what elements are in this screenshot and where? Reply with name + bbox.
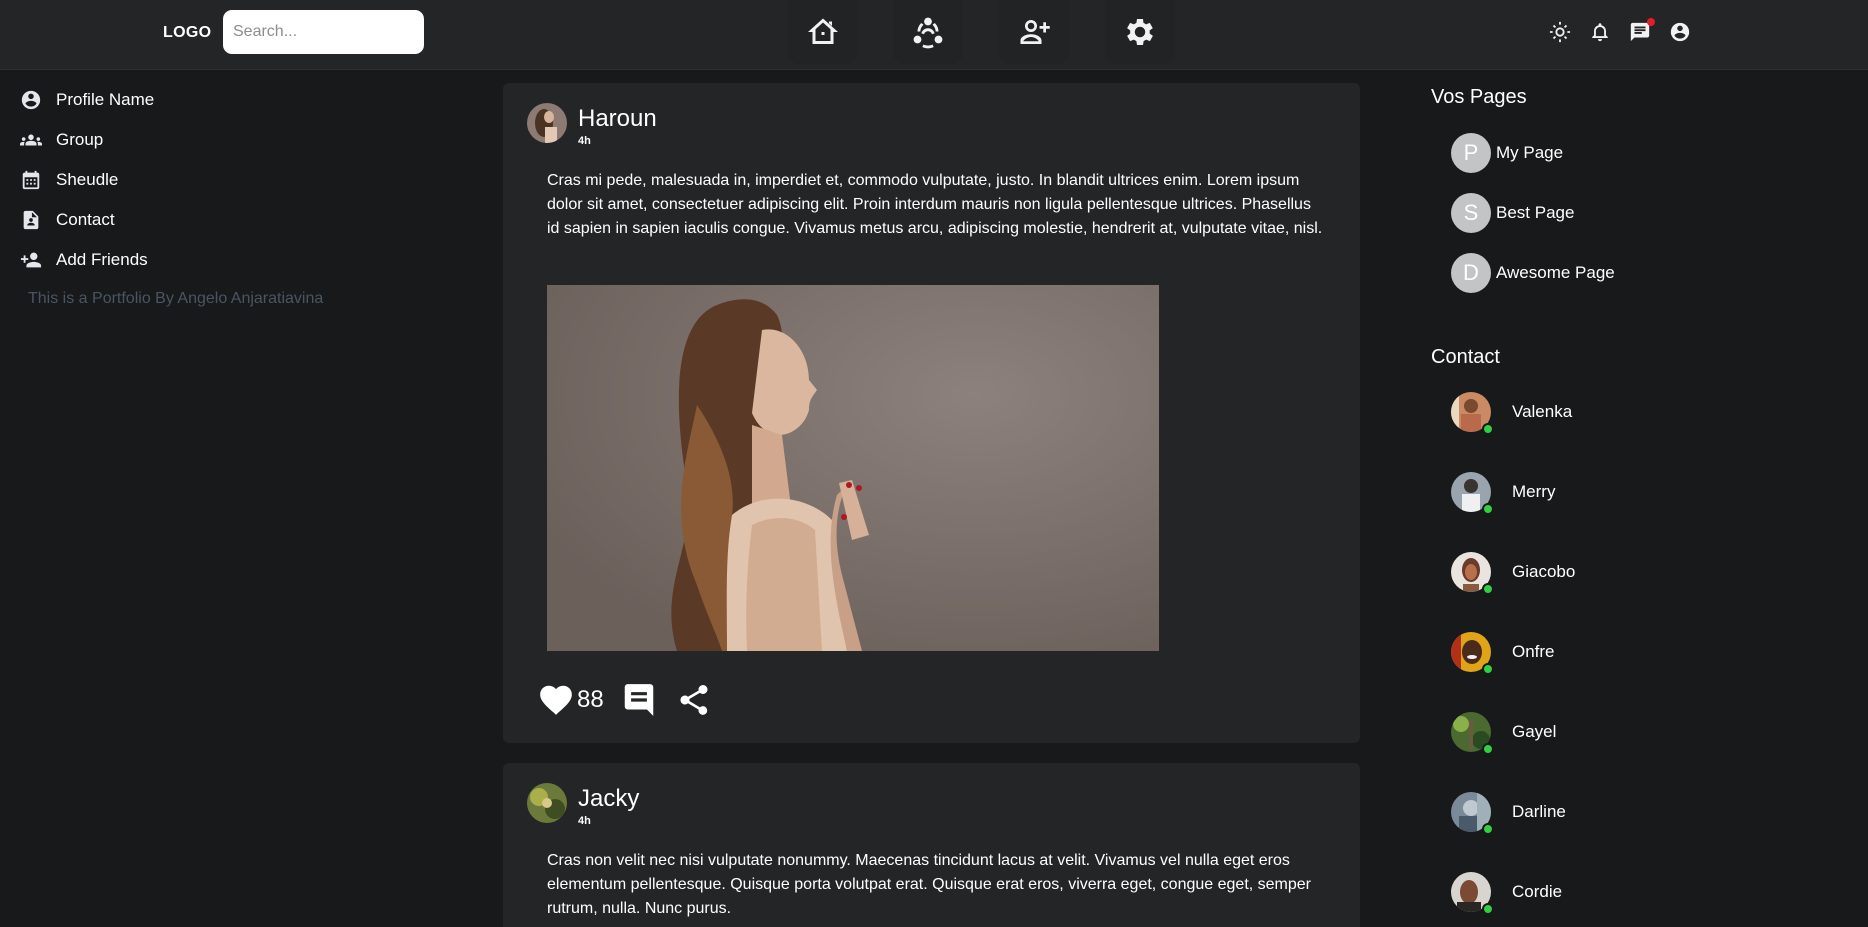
- share-icon: [680, 685, 708, 715]
- post-actions: 88: [537, 680, 712, 720]
- contact-item[interactable]: Cordie: [1451, 872, 1563, 915]
- page-item[interactable]: D Awesome Page: [1451, 253, 1615, 293]
- avatar: [1451, 632, 1494, 675]
- nav-home-button[interactable]: [788, 0, 858, 64]
- online-status-dot: [1482, 743, 1494, 755]
- post-card: Haroun 4h Cras mi pede, malesuada in, im…: [503, 83, 1360, 743]
- contact-item[interactable]: Onfre: [1451, 632, 1555, 675]
- community-icon: [913, 17, 943, 49]
- contact-name: Merry: [1512, 482, 1556, 501]
- post-image[interactable]: [547, 285, 1159, 651]
- heart-icon: [540, 685, 572, 715]
- contact-name: Valenka: [1512, 402, 1573, 421]
- online-status-dot: [1482, 503, 1494, 515]
- top-bar: LOGO: [0, 0, 1868, 70]
- contact-item[interactable]: Merry: [1451, 472, 1556, 515]
- online-status-dot: [1482, 423, 1494, 435]
- page-label: Best Page: [1496, 203, 1575, 222]
- avatar[interactable]: [527, 103, 567, 143]
- contact-item[interactable]: Giacobo: [1451, 552, 1576, 595]
- portfolio-credit: This is a Portfolio By Angelo Anjaratiav…: [28, 290, 324, 307]
- contact-name: Cordie: [1512, 882, 1563, 901]
- share-button[interactable]: [676, 682, 712, 718]
- account-circle-icon: [21, 90, 41, 110]
- add-friend-icon: [1020, 20, 1050, 44]
- sidebar-item-label: Add Friends: [56, 250, 148, 269]
- post-author[interactable]: Haroun: [578, 105, 657, 133]
- sidebar-item-label: Contact: [56, 210, 115, 229]
- avatar: [1451, 552, 1494, 595]
- avatar: [1451, 472, 1494, 515]
- online-status-dot: [1482, 903, 1494, 915]
- contact-name: Darline: [1512, 802, 1566, 821]
- post-time: 4h: [578, 815, 591, 827]
- messages-button[interactable]: [1628, 18, 1655, 44]
- page-avatar: S: [1451, 193, 1491, 233]
- contact-name: Giacobo: [1512, 562, 1576, 581]
- account-icon: [1670, 22, 1690, 42]
- contact-card-icon: [23, 210, 39, 230]
- page-label: My Page: [1496, 143, 1564, 162]
- theme-toggle-button[interactable]: [1548, 20, 1572, 44]
- online-status-dot: [1482, 823, 1494, 835]
- notifications-button[interactable]: [1588, 20, 1612, 44]
- page-item[interactable]: P My Page: [1451, 133, 1563, 173]
- post-author[interactable]: Jacky: [578, 785, 639, 813]
- sidebar-item-contact[interactable]: Contact: [20, 208, 115, 232]
- page-label: Awesome Page: [1496, 263, 1615, 282]
- sidebar-item-group[interactable]: Group: [20, 128, 103, 152]
- nav-community-button[interactable]: [893, 0, 963, 64]
- theme-sun-icon: [1549, 21, 1571, 43]
- comment-icon: [624, 684, 653, 716]
- home-icon: [808, 18, 838, 44]
- notification-dot: [1647, 18, 1655, 26]
- post-text: Cras mi pede, malesuada in, imperdiet et…: [547, 172, 1323, 237]
- comment-button[interactable]: [620, 681, 658, 719]
- sidebar-item-label: Sheudle: [56, 170, 119, 189]
- contact-item[interactable]: Valenka: [1451, 392, 1573, 435]
- avatar[interactable]: [527, 783, 567, 823]
- avatar: [1451, 712, 1494, 755]
- post-card: Jacky 4h Cras non velit nec nisi vulputa…: [503, 763, 1360, 927]
- settings-icon: [1127, 18, 1153, 46]
- avatar: [1451, 392, 1494, 435]
- page-avatar: D: [1451, 253, 1491, 293]
- online-status-dot: [1482, 663, 1494, 675]
- logo[interactable]: LOGO: [163, 24, 211, 42]
- contact-name: Gayel: [1512, 722, 1557, 741]
- post-text: Cras non velit nec nisi vulputate nonumm…: [547, 852, 1311, 917]
- contact-item[interactable]: Darline: [1451, 792, 1566, 835]
- sidebar-item-profile[interactable]: Profile Name: [20, 88, 154, 112]
- sidebar-item-label: Profile Name: [56, 90, 155, 109]
- sidebar-item-label: Group: [56, 130, 104, 149]
- like-button[interactable]: 88: [537, 681, 620, 719]
- post-time: 4h: [578, 135, 591, 147]
- avatar: [1451, 872, 1494, 915]
- avatar: [1451, 792, 1494, 835]
- contact-item[interactable]: Gayel: [1451, 712, 1557, 755]
- bell-icon: [1592, 23, 1608, 42]
- calendar-icon: [22, 170, 40, 190]
- nav-settings-button[interactable]: [1105, 0, 1175, 64]
- search-input[interactable]: [223, 10, 424, 54]
- pages-title: Vos Pages: [1431, 86, 1527, 108]
- person-add-icon: [20, 252, 42, 268]
- page-avatar: P: [1451, 133, 1491, 173]
- online-status-dot: [1482, 583, 1494, 595]
- contact-title: Contact: [1431, 346, 1500, 368]
- sidebar-item-schedule[interactable]: Sheudle: [20, 168, 118, 192]
- group-icon: [20, 134, 42, 146]
- account-button[interactable]: [1668, 20, 1692, 44]
- nav-add-friend-button[interactable]: [999, 0, 1069, 64]
- sidebar-item-add-friends[interactable]: Add Friends: [20, 248, 148, 272]
- like-count: 88: [577, 686, 604, 713]
- contact-name: Onfre: [1512, 642, 1555, 661]
- page-item[interactable]: S Best Page: [1451, 193, 1574, 233]
